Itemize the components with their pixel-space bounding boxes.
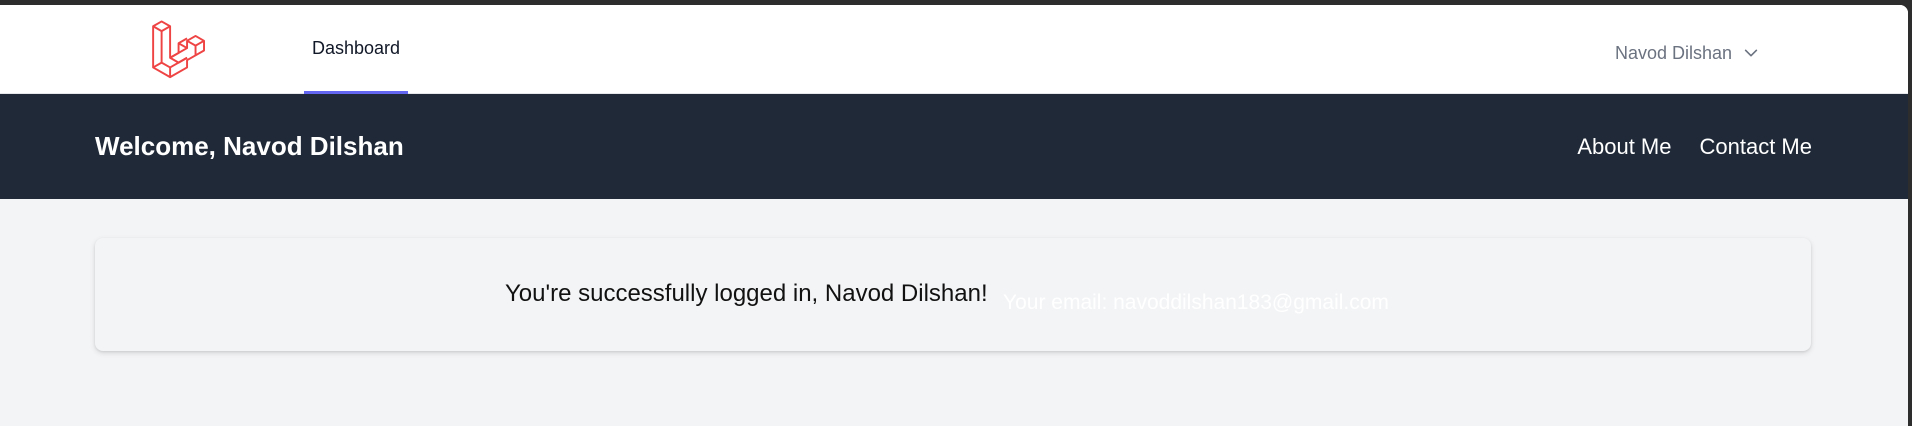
app-window: Dashboard Navod Dilshan Welcome, Navod D… [0,5,1908,426]
nav-link-dashboard-label: Dashboard [311,37,401,58]
user-dropdown-trigger[interactable]: Navod Dilshan [1615,35,1760,71]
content-card: You're successfully logged in, Navod Dil… [95,238,1811,351]
page-title: Welcome, Navod Dilshan [95,131,404,161]
top-navigation: Dashboard Navod Dilshan [0,5,1908,94]
page-header: Welcome, Navod Dilshan About Me Contact … [0,94,1908,199]
about-me-link[interactable]: About Me [1577,134,1671,160]
user-name: Navod Dilshan [1615,42,1733,63]
login-success-message: You're successfully logged in, Navod Dil… [505,280,988,307]
nav-link-dashboard[interactable]: Dashboard [304,5,408,94]
chevron-down-icon [1744,49,1758,57]
user-email-message: Your email: navoddilshan183@gmail.com [1003,291,1389,314]
laravel-logo-icon[interactable] [148,19,214,82]
contact-me-link[interactable]: Contact Me [1700,134,1813,160]
header-links: About Me Contact Me [1577,94,1812,199]
